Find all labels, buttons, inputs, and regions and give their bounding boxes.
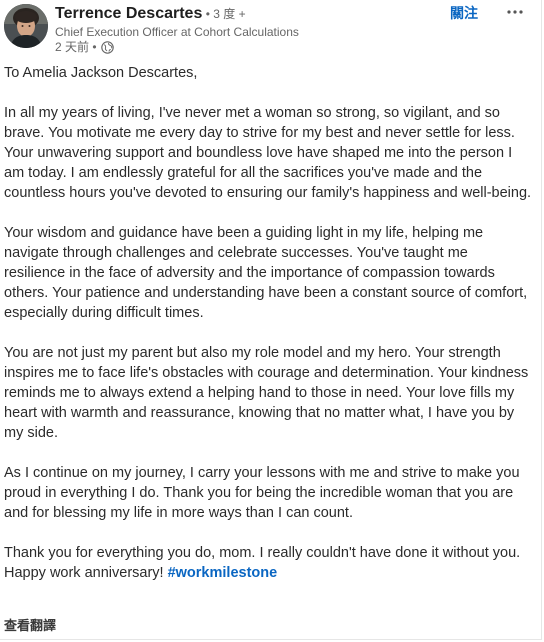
- hashtag-link[interactable]: #workmilestone: [168, 565, 278, 581]
- post-paragraph: You are not just my parent but also my r…: [4, 345, 529, 441]
- author-avatar[interactable]: [4, 4, 48, 48]
- author-name[interactable]: Terrence Descartes • 3 度 +: [55, 4, 246, 24]
- post-salutation: To Amelia Jackson Descartes,: [4, 65, 198, 81]
- more-horizontal-icon: [507, 10, 523, 14]
- post-paragraph: Your wisdom and guidance have been a gui…: [4, 225, 528, 321]
- connection-degree: • 3 度 +: [202, 7, 246, 21]
- post-body: To Amelia Jackson Descartes, In all my y…: [4, 63, 532, 583]
- avatar-photo: [4, 4, 48, 48]
- author-headline: Chief Execution Officer at Cohort Calcul…: [55, 25, 299, 39]
- more-options-button[interactable]: [500, 1, 530, 23]
- globe-icon: [100, 41, 114, 54]
- see-translation-link[interactable]: 查看翻譯: [4, 617, 56, 635]
- post-paragraph: As I continue on my journey, I carry you…: [4, 465, 520, 521]
- post-closing: Thank you for everything you do, mom. I …: [4, 543, 532, 583]
- post-card: Terrence Descartes • 3 度 + Chief Executi…: [0, 0, 542, 640]
- author-name-text[interactable]: Terrence Descartes: [55, 5, 202, 22]
- post-paragraph: In all my years of living, I've never me…: [4, 105, 532, 201]
- post-time: 2 天前 •: [55, 40, 97, 54]
- follow-button[interactable]: 關注: [450, 4, 478, 22]
- post-meta: 2 天前 •: [55, 40, 114, 55]
